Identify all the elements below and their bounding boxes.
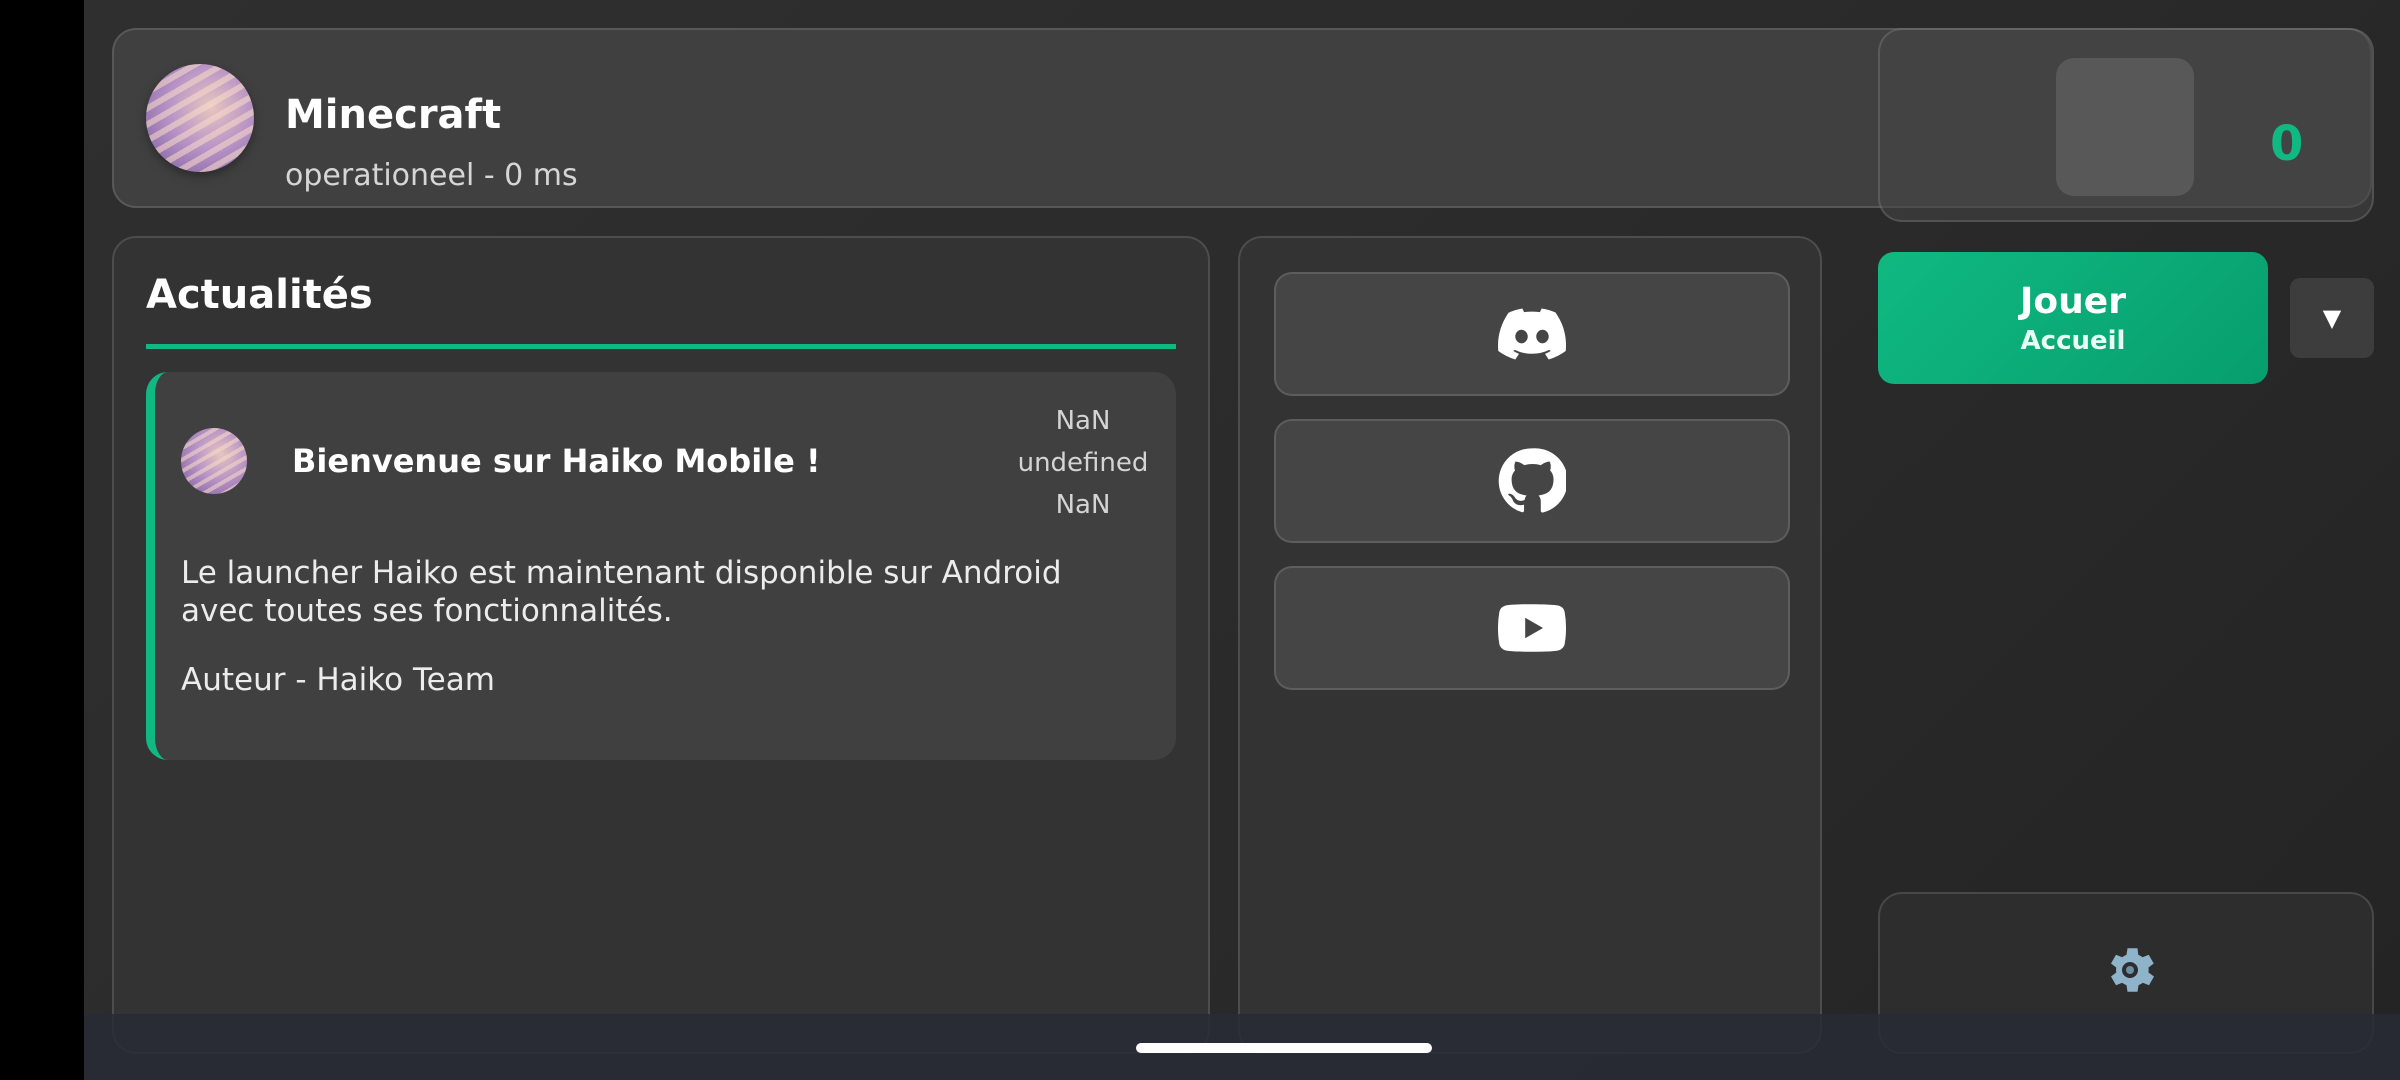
- discord-icon: [1498, 308, 1566, 360]
- news-heading: Actualités: [146, 272, 373, 318]
- instance-dropdown-button[interactable]: ▼: [2290, 278, 2374, 358]
- news-card-body: Le launcher Haiko est maintenant disponi…: [181, 555, 1062, 629]
- news-card-author: Auteur - Haiko Team: [181, 662, 495, 698]
- avatar[interactable]: [2056, 58, 2194, 196]
- news-divider: [146, 344, 1176, 349]
- github-button[interactable]: [1274, 419, 1790, 543]
- news-card-title: Bienvenue sur Haiko Mobile !: [292, 442, 821, 480]
- discord-button[interactable]: [1274, 272, 1790, 396]
- launcher-app: Minecraft operationeel - 0 ms 0 Actualit…: [84, 0, 2400, 1080]
- github-icon: [1498, 448, 1566, 513]
- chevron-down-icon: ▼: [2322, 304, 2342, 332]
- youtube-icon: [1498, 604, 1566, 652]
- account-count: 0: [2270, 116, 2304, 172]
- home-gesture-bar[interactable]: [1136, 1043, 1432, 1053]
- account-panel[interactable]: 0: [1878, 28, 2374, 222]
- news-date-month: undefined: [1017, 448, 1149, 478]
- news-card: Bienvenue sur Haiko Mobile ! NaN undefin…: [146, 372, 1176, 760]
- news-author-icon: [181, 428, 247, 494]
- server-name: Minecraft: [285, 92, 502, 138]
- server-icon: [146, 64, 254, 172]
- news-card-date: NaN undefined NaN: [1008, 400, 1158, 526]
- server-status-text: operationeel - 0 ms: [285, 158, 578, 193]
- play-button-sublabel: Accueil: [2020, 325, 2126, 356]
- play-button-label: Jouer: [2020, 280, 2126, 322]
- gear-icon: [2111, 948, 2154, 992]
- play-button[interactable]: Jouer Accueil: [1878, 252, 2268, 384]
- youtube-button[interactable]: [1274, 566, 1790, 690]
- news-date-year: NaN: [1055, 490, 1111, 520]
- news-date-day: NaN: [1055, 406, 1111, 436]
